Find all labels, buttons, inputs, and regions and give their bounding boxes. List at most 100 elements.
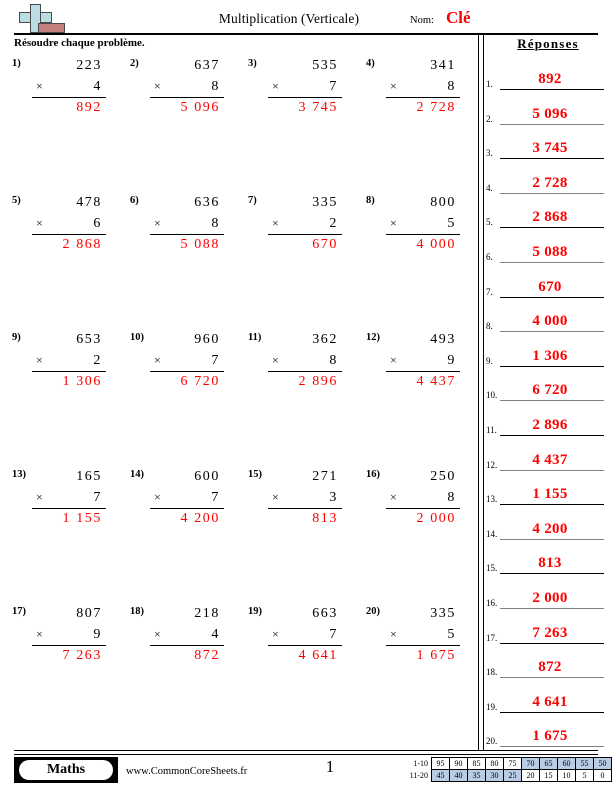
problem-number: 7) (248, 195, 257, 206)
problem-operand-bottom: 8 (447, 79, 456, 94)
multiply-icon: × (390, 490, 397, 504)
problem-operand-bottom: 2 (93, 353, 102, 368)
problem-operand-bottom-row: × 7 (268, 76, 342, 97)
answer-value: 1 306 (532, 347, 568, 364)
problem-operand-bottom-row: × 7 (150, 487, 224, 508)
problem-operand-bottom: 3 (329, 490, 338, 505)
grading-cell: 20 (521, 769, 540, 782)
answer-key-row: 9. 1 306 (484, 333, 606, 367)
problem-operand-bottom: 8 (211, 79, 220, 94)
problem-number: 16) (366, 469, 380, 480)
answer-value: 4 200 (532, 520, 568, 537)
problem-stack: 218 × 4 872 (150, 604, 224, 666)
grading-cell: 35 (467, 769, 486, 782)
problem-number: 2) (130, 58, 139, 69)
problem-stack: 535 × 7 3 745 (268, 56, 342, 118)
problem-stack: 271 × 3 813 (268, 467, 342, 529)
grading-cell: 25 (503, 769, 522, 782)
problem-number: 9) (12, 332, 21, 343)
multiply-icon: × (272, 627, 279, 641)
answer-key-row: 5. 2 868 (484, 194, 606, 229)
problem-operand-bottom-row: × 7 (268, 624, 342, 645)
footer-divider-top (14, 750, 598, 751)
grading-cell: 95 (431, 757, 450, 770)
problem-stack: 960 × 7 6 720 (150, 330, 224, 392)
multiply-icon: × (272, 490, 279, 504)
problem-answer: 4 641 (298, 648, 338, 663)
answer-key-row: 11. 2 896 (484, 402, 606, 436)
problem-operand-bottom: 6 (93, 216, 102, 231)
problem-operand-bottom-row: × 7 (32, 487, 106, 508)
site-url: www.CommonCoreSheets.fr (126, 766, 248, 777)
problem-item: 14) 600 × 7 4 200 (124, 467, 242, 527)
problem-number: 8) (366, 195, 375, 206)
answer-key-row: 20. 1 675 (484, 713, 606, 748)
worksheet-page: Multiplication (Verticale) Nom: Clé Réso… (0, 0, 612, 792)
problem-operand-top: 653 (76, 332, 102, 347)
logo-red-bar (38, 23, 65, 33)
problem-number: 13) (12, 469, 26, 480)
problem-item: 2) 637 × 8 5 096 (124, 56, 242, 116)
problem-item: 19) 663 × 7 4 641 (242, 604, 360, 664)
answer-index: 20. (486, 736, 498, 747)
answer-index: 1. (486, 79, 493, 89)
problem-item: 1) 223 × 4 892 (6, 56, 124, 116)
problem-answer: 4 000 (416, 237, 456, 252)
grading-cell: 55 (575, 757, 594, 770)
multiply-icon: × (36, 627, 43, 641)
problem-operand-top: 250 (430, 469, 456, 484)
header-divider (14, 33, 598, 35)
problem-stack: 493 × 9 4 437 (386, 330, 460, 392)
grading-cell: 10 (557, 769, 576, 782)
answer-key-row: 4. 2 728 (484, 160, 606, 194)
problem-operand-bottom-row: × 9 (32, 624, 106, 645)
answer-key-row: 13. 1 155 (484, 471, 606, 506)
problem-grid: 1) 223 × 4 892 2) 637 × 8 5 096 3) 535 × 7 3 745 4) 341 ×… (0, 56, 478, 746)
grading-row-label: 1-10 (413, 759, 428, 768)
answer-key-row: 7. 670 (484, 264, 606, 298)
grading-cell: 70 (521, 757, 540, 770)
problem-operand-top: 636 (194, 195, 220, 210)
multiply-icon: × (36, 490, 43, 504)
answer-key-row: 15. 813 (484, 540, 606, 575)
answer-value: 813 (538, 555, 562, 572)
problem-operand-top: 960 (194, 332, 220, 347)
problem-operand-bottom-row: × 4 (150, 624, 224, 645)
problem-answer: 2 868 (62, 237, 102, 252)
answer-index: 15. (486, 563, 498, 574)
problem-operand-bottom: 8 (447, 490, 456, 505)
grading-row-label: 11-20 (409, 771, 428, 780)
problem-number: 17) (12, 606, 26, 617)
problem-stack: 165 × 7 1 155 (32, 467, 106, 529)
answer-value: 892 (538, 71, 562, 87)
problem-operand-bottom: 8 (211, 216, 220, 231)
multiply-icon: × (154, 216, 161, 230)
problem-operand-top: 218 (194, 606, 220, 621)
problem-answer: 1 675 (416, 648, 456, 663)
problem-operand-top: 362 (312, 332, 338, 347)
problem-answer: 1 306 (62, 374, 102, 389)
problem-item: 3) 535 × 7 3 745 (242, 56, 360, 116)
answer-index: 18. (486, 667, 498, 678)
problem-operand-bottom-row: × 5 (386, 213, 460, 234)
problem-number: 12) (366, 332, 380, 343)
problem-item: 16) 250 × 8 2 000 (360, 467, 478, 527)
commoncoresheets-logo-icon (14, 4, 74, 34)
multiply-icon: × (154, 353, 161, 367)
problem-item: 6) 636 × 8 5 088 (124, 193, 242, 253)
page-title: Multiplication (Verticale) (218, 11, 360, 26)
grading-cell: 45 (431, 769, 450, 782)
problem-stack: 250 × 8 2 000 (386, 467, 460, 529)
problem-item: 11) 362 × 8 2 896 (242, 330, 360, 390)
problem-answer: 2 896 (298, 374, 338, 389)
problem-item: 18) 218 × 4 872 (124, 604, 242, 664)
problem-item: 13) 165 × 7 1 155 (6, 467, 124, 527)
problem-stack: 335 × 2 670 (268, 193, 342, 255)
multiply-icon: × (390, 79, 397, 93)
problem-answer: 872 (194, 648, 220, 663)
multiply-icon: × (272, 216, 279, 230)
problem-answer: 670 (312, 237, 338, 252)
problem-operand-top: 478 (76, 195, 102, 210)
answer-key-row: 19. 4 641 (484, 679, 606, 713)
answer-key-row: 14. 4 200 (484, 506, 606, 540)
